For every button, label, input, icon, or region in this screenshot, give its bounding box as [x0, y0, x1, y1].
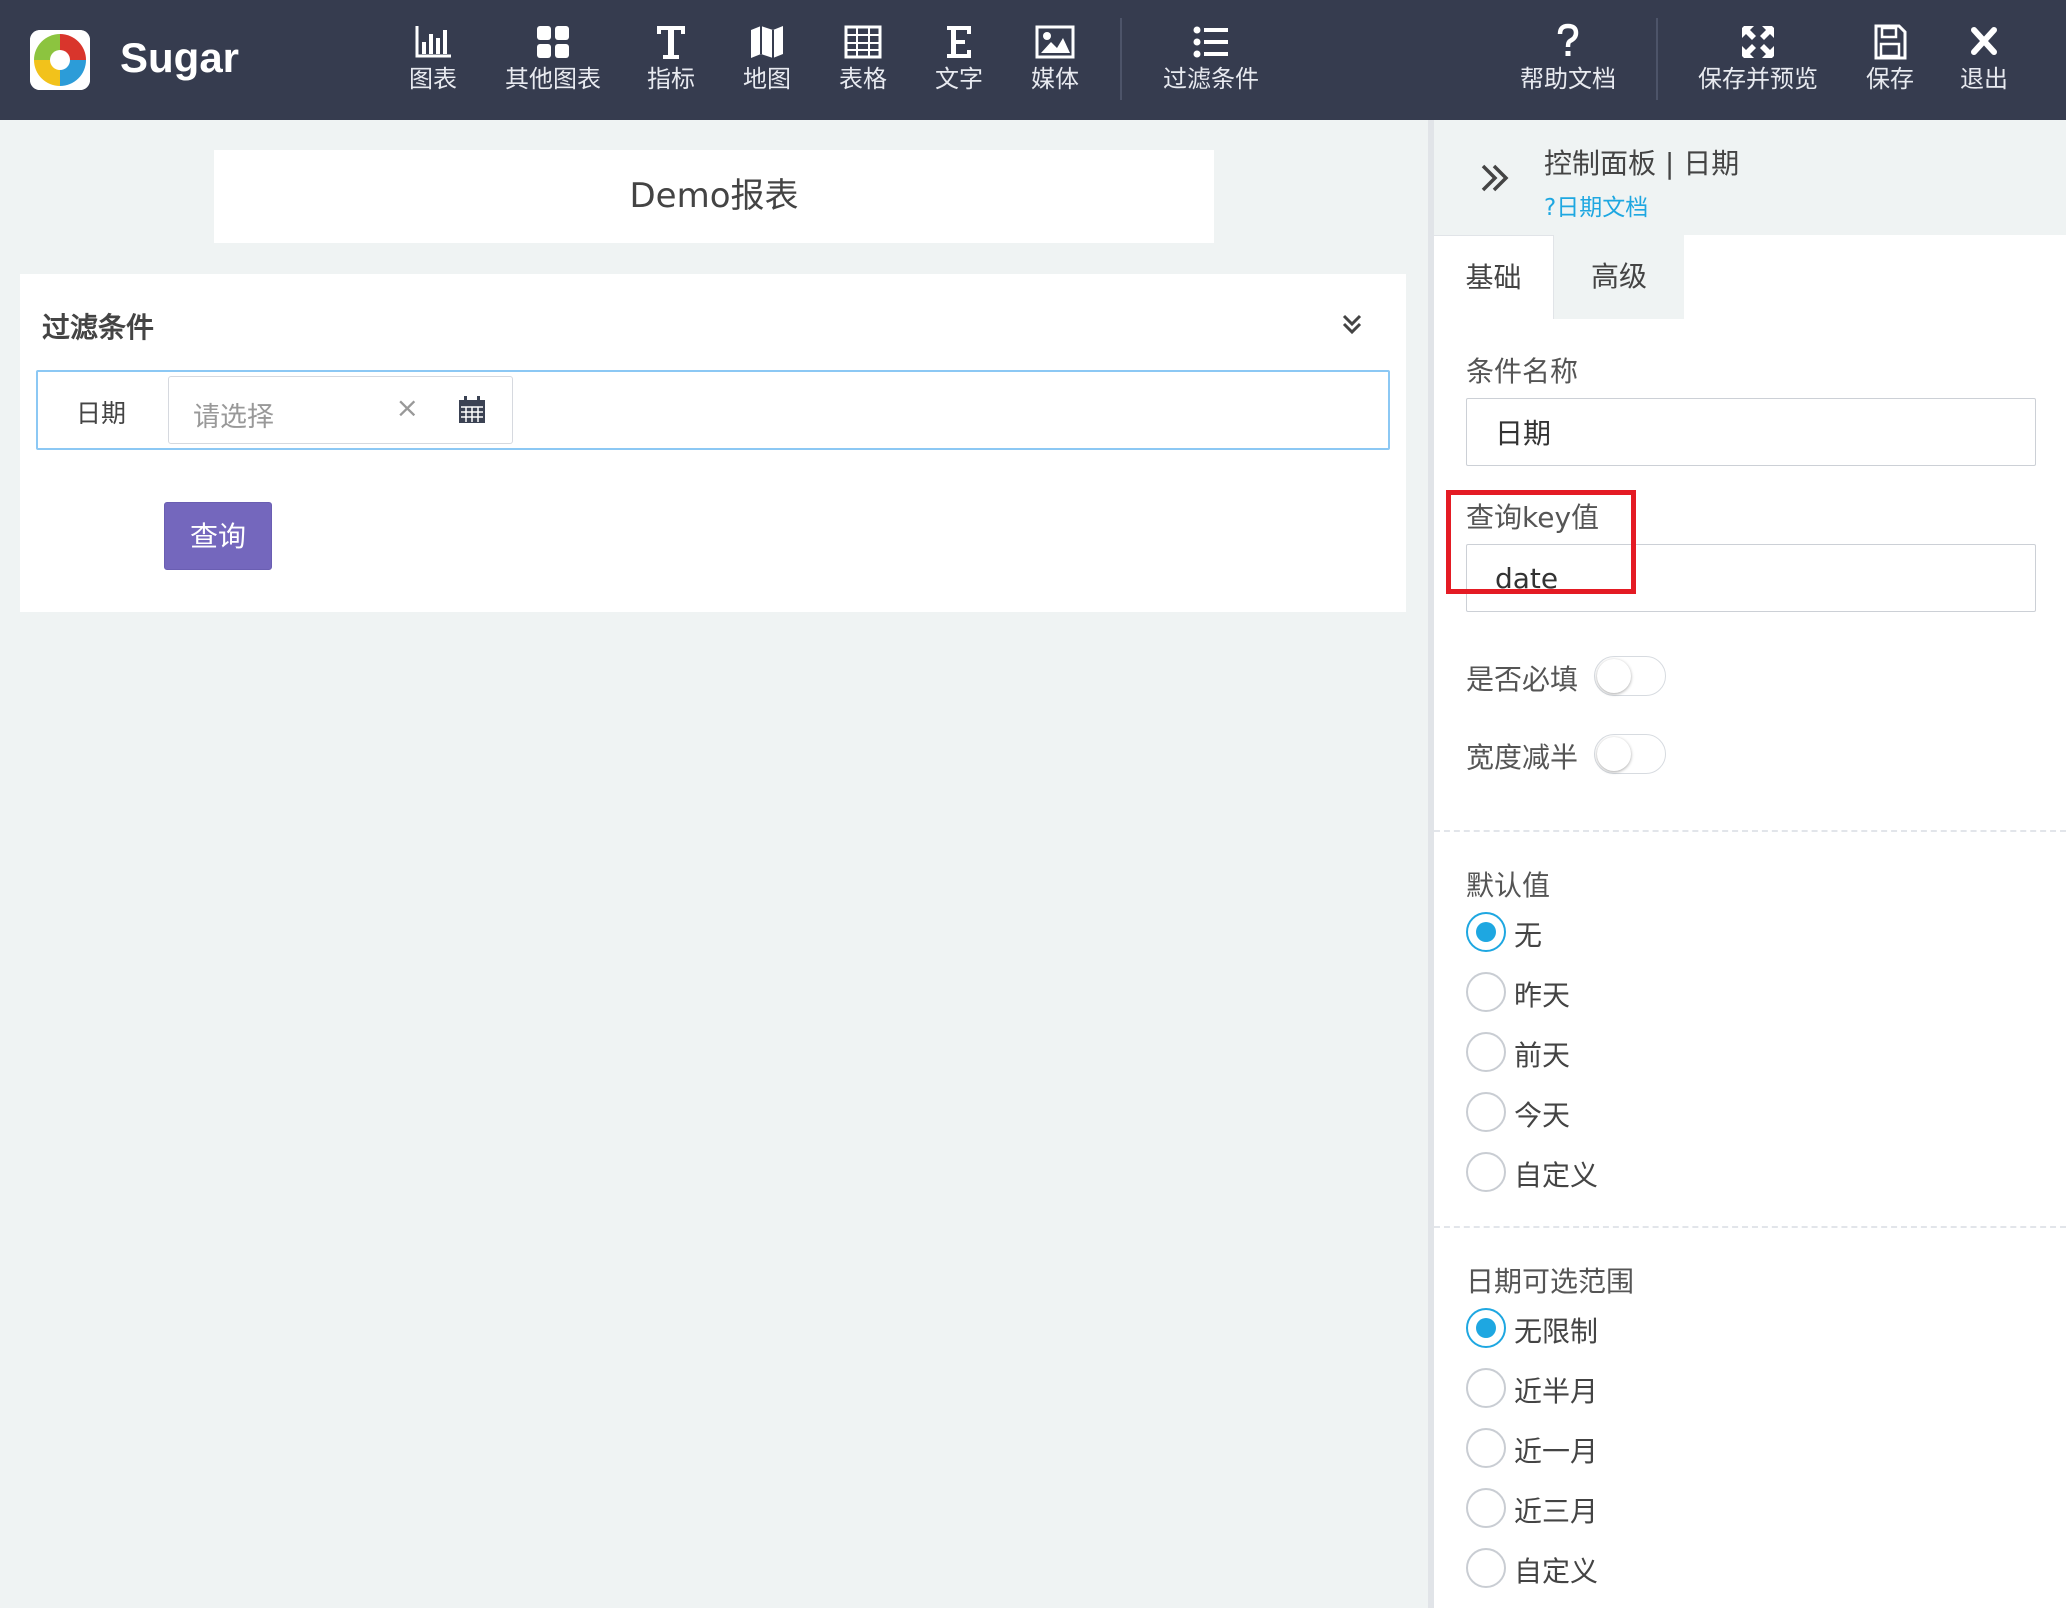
- chevron-double-down-icon[interactable]: [1338, 310, 1366, 338]
- exit-label: 退出: [1960, 65, 2008, 93]
- grid-icon: [500, 22, 606, 64]
- tab-basic[interactable]: 基础: [1434, 235, 1554, 319]
- radio-circle[interactable]: [1466, 1428, 1506, 1468]
- toolbar-other-charts-label: 其他图表: [505, 65, 601, 93]
- tab-advanced[interactable]: 高级: [1554, 235, 1684, 319]
- filter-card[interactable]: 过滤条件 日期 请选择 × 查询: [20, 274, 1406, 612]
- save-and-preview-button[interactable]: 保存并预览: [1696, 22, 1820, 102]
- radio-circle[interactable]: [1466, 1488, 1506, 1528]
- panel-title: 控制面板 | 日期: [1544, 147, 1740, 180]
- toolbar-other-charts-button[interactable]: 其他图表: [500, 22, 606, 102]
- panel-header: 控制面板 | 日期 ?日期文档: [1434, 120, 2066, 235]
- condition-name-field[interactable]: [1466, 398, 2036, 466]
- half-width-toggle[interactable]: [1594, 734, 1666, 774]
- radio-label: 无: [1514, 919, 1543, 952]
- save-and-preview-label: 保存并预览: [1698, 65, 1818, 93]
- condition-name-input[interactable]: [1467, 399, 2035, 465]
- tabs-fill: [1684, 235, 2066, 319]
- report-title[interactable]: Demo报表: [214, 150, 1214, 243]
- radio-label: 自定义: [1514, 1555, 1599, 1588]
- top-toolbar: Sugar 图表 其他图表 指标 地图 表格 文字 媒体 过滤条件 帮助文档 保…: [0, 0, 2066, 120]
- toggle-knob: [1597, 659, 1631, 693]
- floppy-icon: [1858, 22, 1922, 64]
- date-filter-row[interactable]: 日期 请选择 ×: [36, 370, 1390, 450]
- table-icon: [828, 22, 898, 64]
- map-icon: [732, 22, 802, 64]
- toolbar-map-label: 地图: [743, 65, 791, 93]
- required-label: 是否必填: [1466, 663, 1579, 696]
- close-icon: [1952, 22, 2016, 64]
- text-e-icon: [924, 22, 994, 64]
- radio-circle[interactable]: [1466, 912, 1506, 952]
- toolbar-table-button[interactable]: 表格: [828, 22, 898, 102]
- toolbar-indicator-label: 指标: [647, 65, 695, 93]
- save-button[interactable]: 保存: [1858, 22, 1922, 102]
- toolbar-filter-label: 过滤条件: [1163, 65, 1259, 93]
- radio-label: 近一月: [1514, 1435, 1599, 1468]
- panel-tabs: 基础 高级: [1434, 235, 2066, 319]
- filter-title: 过滤条件: [42, 311, 155, 344]
- toolbar-chart-label: 图表: [409, 65, 457, 93]
- radio-circle[interactable]: [1466, 1032, 1506, 1072]
- toolbar-text-label: 文字: [935, 65, 983, 93]
- radio-label: 近三月: [1514, 1495, 1599, 1528]
- section-divider: [1434, 1226, 2066, 1228]
- radio-circle[interactable]: [1466, 1308, 1506, 1348]
- date-picker-input[interactable]: 请选择 ×: [168, 376, 434, 444]
- toolbar-divider-right: [1656, 18, 1658, 100]
- expand-arrows-icon: [1696, 22, 1820, 64]
- text-t-icon: [636, 22, 706, 64]
- save-label: 保存: [1866, 65, 1914, 93]
- date-placeholder: 请选择: [193, 402, 274, 433]
- radio-circle[interactable]: [1466, 1548, 1506, 1588]
- query-key-label: 查询key值: [1466, 501, 1600, 534]
- radio-label: 今天: [1514, 1099, 1571, 1132]
- toolbar-divider: [1120, 18, 1122, 100]
- radio-label: 近半月: [1514, 1375, 1599, 1408]
- radio-label: 昨天: [1514, 979, 1571, 1012]
- calendar-icon: [459, 396, 485, 423]
- toolbar-table-label: 表格: [839, 65, 887, 93]
- image-icon: [1020, 22, 1090, 64]
- bar-chart-icon: [398, 22, 468, 64]
- sugar-logo-icon: [30, 30, 90, 90]
- query-button[interactable]: 查询: [164, 502, 272, 570]
- radio-label: 前天: [1514, 1039, 1571, 1072]
- date-filter-label: 日期: [76, 399, 127, 428]
- query-key-field[interactable]: [1466, 544, 2036, 612]
- toolbar-chart-button[interactable]: 图表: [398, 22, 468, 102]
- query-key-input[interactable]: [1467, 545, 2035, 611]
- date-doc-link[interactable]: ?日期文档: [1544, 188, 1648, 222]
- radio-circle[interactable]: [1466, 972, 1506, 1012]
- half-width-label: 宽度减半: [1466, 741, 1579, 774]
- date-range-label: 日期可选范围: [1466, 1265, 1635, 1298]
- control-panel: 控制面板 | 日期 ?日期文档 基础 高级 条件名称 查询key值 是否必填 宽…: [1428, 120, 2066, 1608]
- radio-circle[interactable]: [1466, 1152, 1506, 1192]
- toolbar-indicator-button[interactable]: 指标: [636, 22, 706, 102]
- section-divider: [1434, 830, 2066, 832]
- exit-button[interactable]: 退出: [1952, 22, 2016, 102]
- calendar-button[interactable]: [433, 376, 513, 444]
- chevron-double-right-icon[interactable]: [1478, 160, 1512, 196]
- radio-circle[interactable]: [1466, 1092, 1506, 1132]
- default-value-label: 默认值: [1466, 869, 1551, 902]
- help-docs-button[interactable]: 帮助文档: [1518, 22, 1618, 102]
- required-toggle[interactable]: [1594, 656, 1666, 696]
- condition-name-label: 条件名称: [1466, 355, 1579, 388]
- toolbar-filter-button[interactable]: 过滤条件: [1158, 22, 1264, 102]
- list-icon: [1158, 22, 1264, 64]
- toolbar-media-label: 媒体: [1031, 65, 1079, 93]
- clear-icon[interactable]: ×: [396, 391, 419, 424]
- radio-label: 无限制: [1514, 1315, 1599, 1348]
- help-docs-label: 帮助文档: [1520, 65, 1616, 93]
- app-name: Sugar: [120, 34, 240, 81]
- toolbar-media-button[interactable]: 媒体: [1020, 22, 1090, 102]
- toolbar-map-button[interactable]: 地图: [732, 22, 802, 102]
- question-icon: [1518, 22, 1618, 64]
- radio-circle[interactable]: [1466, 1368, 1506, 1408]
- toggle-knob: [1597, 737, 1631, 771]
- radio-label: 自定义: [1514, 1159, 1599, 1192]
- toolbar-text-button[interactable]: 文字: [924, 22, 994, 102]
